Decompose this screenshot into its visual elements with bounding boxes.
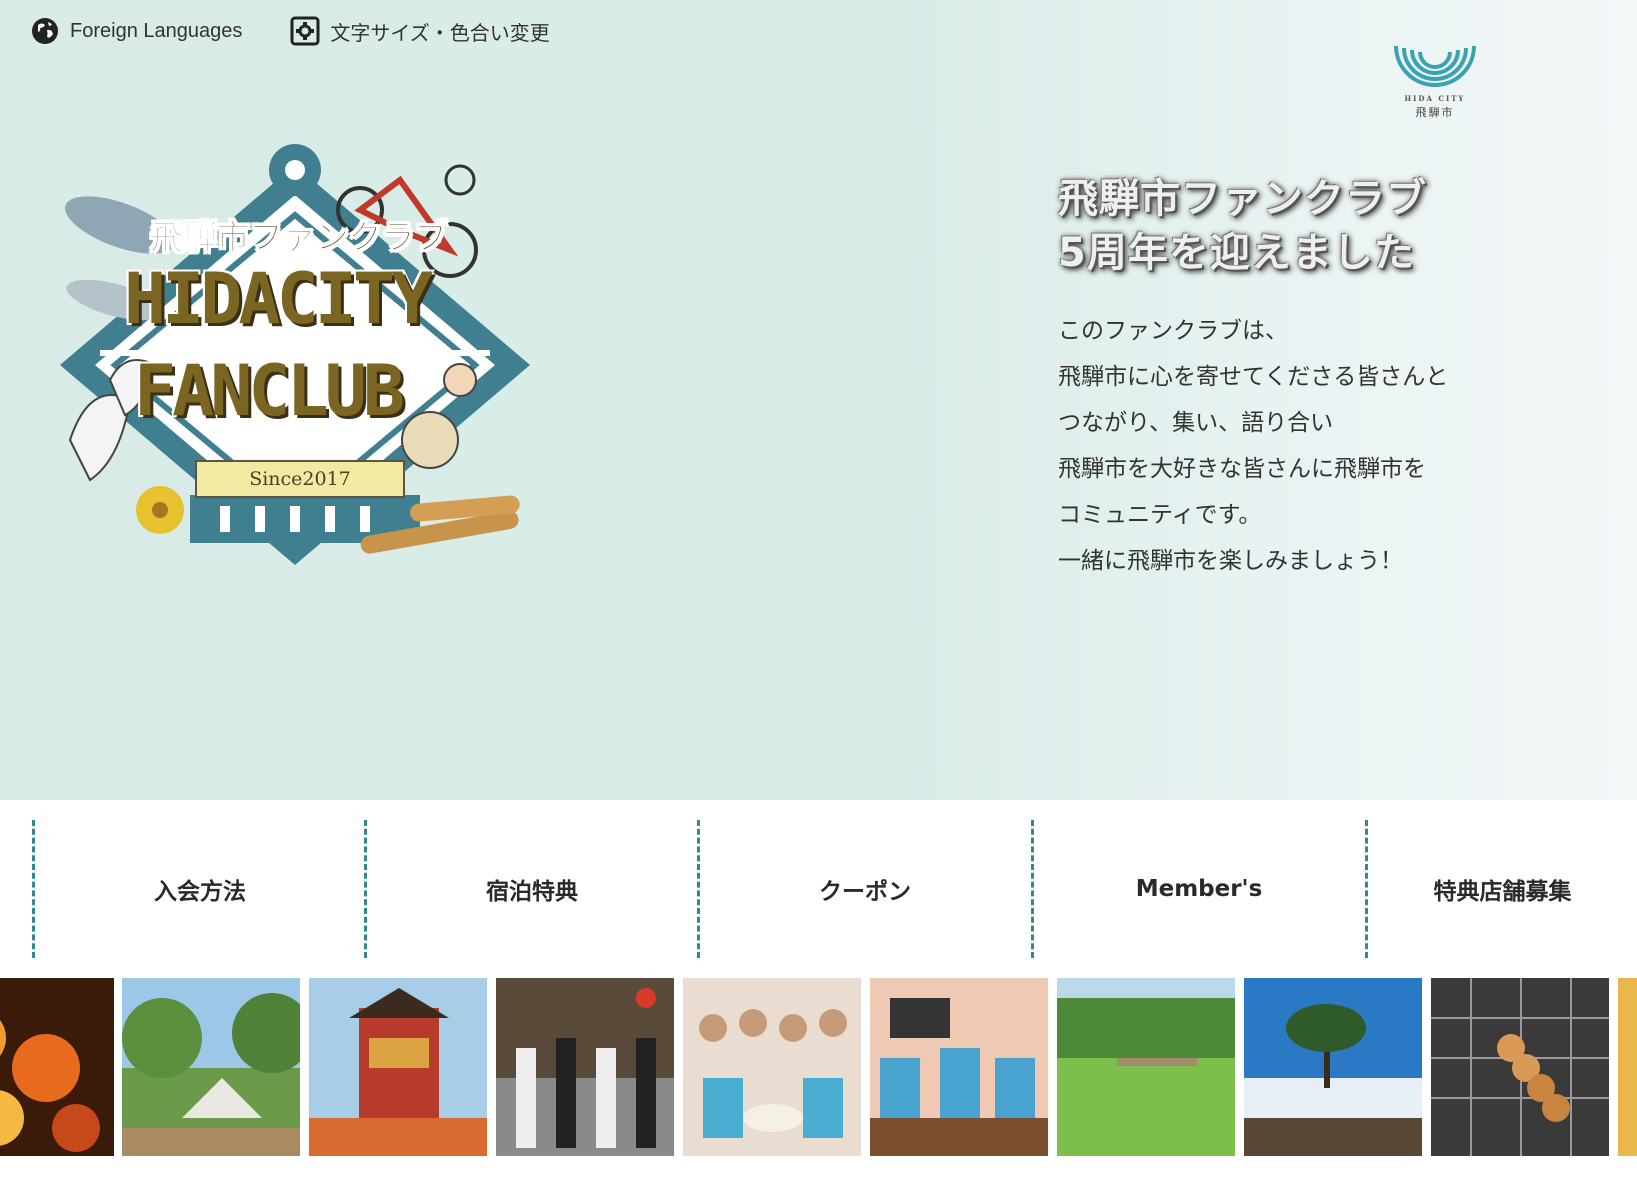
emblem-title-fanclub: FANCLUB: [134, 350, 405, 432]
nav-item-members[interactable]: Member's: [1031, 820, 1364, 958]
photo-candles[interactable]: [0, 978, 114, 1156]
nav-item-partner-recruitment[interactable]: 特典店舗募集: [1365, 820, 1637, 958]
intro-line: コミュニティです。: [1058, 502, 1262, 528]
globe-icon: [30, 16, 60, 46]
intro-line: 飛騨市を大好きな皆さんに飛騨市を: [1058, 456, 1426, 482]
text-size-color-label: 文字サイズ・色合い変更: [330, 22, 550, 45]
photo-parade[interactable]: [496, 978, 674, 1156]
photo-sea-of-clouds[interactable]: [1244, 978, 1422, 1156]
photo-edge[interactable]: [1618, 978, 1637, 1156]
nav-item-coupon[interactable]: クーポン: [697, 820, 1030, 958]
hero-section: Foreign Languages 文字サイズ・色合い変更 HIDA CITY …: [0, 0, 1637, 800]
nav-item-label: クーポン: [819, 879, 911, 905]
main-nav: 入会方法 宿泊特典 クーポン Member's 特典店舗募集: [0, 820, 1637, 958]
nav-item-label: Member's: [1135, 876, 1263, 902]
foreign-languages-label: Foreign Languages: [70, 19, 243, 42]
nav-item-join[interactable]: 入会方法: [32, 820, 365, 958]
text-size-color-link[interactable]: 文字サイズ・色合い変更: [290, 16, 550, 46]
emblem-since-ribbon: Since2017: [195, 460, 405, 498]
emblem-title-jp: 飛騨市ファンクラブ: [150, 218, 449, 259]
intro-line: つながり、集い、語り合い: [1058, 410, 1334, 436]
fanclub-emblem: 飛騨市ファンクラブ HIDACITY FANCLUB Since2017: [30, 140, 560, 600]
emblem-title-hidacity: HIDACITY: [124, 258, 433, 340]
nav-item-lodging-benefits[interactable]: 宿泊特典: [364, 820, 697, 958]
intro-line: 一緒に飛騨市を楽しみましょう！: [1058, 548, 1403, 574]
foreign-languages-link[interactable]: Foreign Languages: [30, 16, 242, 46]
photo-tent[interactable]: [122, 978, 300, 1156]
photo-strip: [0, 978, 1637, 1156]
intro-line: このファンクラブは、: [1058, 318, 1288, 344]
settings-box-icon: [290, 16, 320, 46]
nav-item-label: 入会方法: [154, 879, 246, 905]
intro-line: 飛騨市に心を寄せてくださる皆さんと: [1058, 364, 1449, 390]
nav-item-label: 特典店舗募集: [1433, 879, 1572, 905]
hero-intro-text: このファンクラブは、 飛騨市に心を寄せてくださる皆さんと つながり、集い、語り合…: [1058, 308, 1448, 584]
photo-dango[interactable]: [1431, 978, 1609, 1156]
hero-headline-line2: 5周年を迎えました: [1058, 230, 1415, 276]
hida-city-logo-en: HIDA CITY: [1404, 94, 1466, 103]
hida-city-logo-jp: 飛騨市: [1415, 106, 1455, 119]
nav-item-label: 宿泊特典: [486, 879, 578, 905]
hero-headline: 飛騨市ファンクラブ 5周年を迎えました: [1058, 172, 1427, 280]
photo-event-hall[interactable]: [870, 978, 1048, 1156]
top-utility-bar: Foreign Languages 文字サイズ・色合い変更: [30, 16, 550, 46]
photo-wetland[interactable]: [1057, 978, 1235, 1156]
photo-float[interactable]: [309, 978, 487, 1156]
photo-members-group[interactable]: [683, 978, 861, 1156]
hida-city-logo-mark-icon: [1394, 45, 1476, 87]
hero-headline-line1: 飛騨市ファンクラブ: [1058, 176, 1427, 222]
hida-city-logo[interactable]: HIDA CITY 飛騨市: [1392, 40, 1478, 120]
